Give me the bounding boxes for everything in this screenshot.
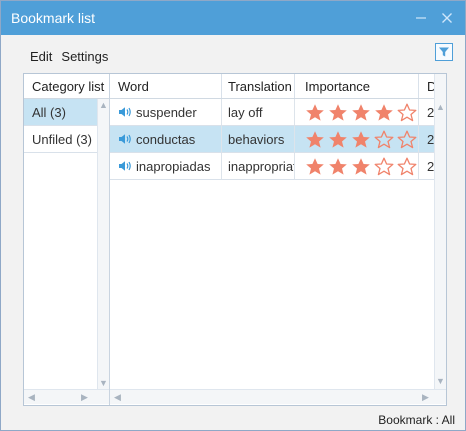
word-text: conductas bbox=[136, 131, 196, 147]
word-cell: suspender bbox=[110, 99, 222, 125]
star-filled-icon[interactable] bbox=[328, 130, 348, 149]
word-cell: inapropiadas bbox=[110, 153, 222, 179]
importance-cell[interactable] bbox=[295, 153, 419, 179]
star-empty-icon[interactable] bbox=[374, 157, 394, 176]
star-filled-icon[interactable] bbox=[328, 103, 348, 122]
star-empty-icon[interactable] bbox=[397, 157, 417, 176]
window-controls bbox=[413, 10, 465, 26]
menu-bar: Edit Settings bbox=[1, 43, 465, 69]
word-cell: conductas bbox=[110, 126, 222, 152]
menu-settings[interactable]: Settings bbox=[59, 47, 110, 66]
translation-cell: inappropriate bbox=[222, 153, 295, 179]
window-title: Bookmark list bbox=[11, 10, 96, 26]
category-vertical-scrollbar[interactable]: ▲ ▼ bbox=[97, 99, 109, 389]
date-cell: 2018 bbox=[427, 158, 434, 174]
star-filled-icon[interactable] bbox=[351, 130, 371, 149]
category-item-label: Unfiled (3) bbox=[32, 131, 92, 147]
content-area: Category list All (3) Unfiled (3) ▲ ▼ ◀ … bbox=[23, 73, 447, 406]
word-text: inapropiadas bbox=[136, 158, 211, 174]
column-header-importance[interactable]: Importance bbox=[295, 74, 419, 98]
scroll-right-icon[interactable]: ▶ bbox=[79, 391, 90, 403]
scroll-up-icon[interactable]: ▲ bbox=[435, 101, 446, 113]
close-button[interactable] bbox=[439, 10, 455, 26]
category-pane: Category list All (3) Unfiled (3) ▲ ▼ ◀ … bbox=[24, 74, 110, 405]
title-bar[interactable]: Bookmark list bbox=[1, 1, 465, 35]
date-cell: 2018 bbox=[427, 104, 434, 120]
star-empty-icon[interactable] bbox=[397, 130, 417, 149]
category-item-label: All (3) bbox=[32, 104, 66, 120]
word-table-body: suspender lay off 2018 bbox=[110, 99, 434, 180]
star-filled-icon[interactable] bbox=[305, 130, 325, 149]
word-table: Word Translation Importance Date bbox=[110, 74, 446, 405]
importance-stars[interactable] bbox=[305, 130, 417, 149]
table-row[interactable]: conductas behaviors 2018 bbox=[110, 126, 434, 153]
category-list-header[interactable]: Category list bbox=[24, 74, 109, 99]
word-text: suspender bbox=[136, 104, 197, 120]
minimize-icon bbox=[416, 17, 426, 19]
close-icon bbox=[442, 13, 452, 23]
importance-stars[interactable] bbox=[305, 157, 417, 176]
importance-cell[interactable] bbox=[295, 99, 419, 125]
category-item-all[interactable]: All (3) bbox=[24, 99, 97, 126]
date-cell: 2018 bbox=[427, 131, 434, 147]
word-vertical-scrollbar[interactable]: ▲ ▼ bbox=[434, 74, 446, 389]
importance-cell[interactable] bbox=[295, 126, 419, 152]
column-header-translation[interactable]: Translation bbox=[222, 74, 295, 98]
table-row[interactable]: suspender lay off 2018 bbox=[110, 99, 434, 126]
star-filled-icon[interactable] bbox=[351, 103, 371, 122]
star-empty-icon[interactable] bbox=[374, 130, 394, 149]
translation-cell: behaviors bbox=[222, 126, 295, 152]
speaker-icon[interactable] bbox=[118, 160, 132, 172]
category-list: All (3) Unfiled (3) bbox=[24, 99, 97, 153]
menu-edit[interactable]: Edit bbox=[28, 47, 54, 66]
category-horizontal-scrollbar[interactable]: ◀ ▶ bbox=[24, 389, 109, 404]
star-filled-icon[interactable] bbox=[305, 157, 325, 176]
scroll-down-icon[interactable]: ▼ bbox=[435, 375, 446, 387]
scroll-left-icon[interactable]: ◀ bbox=[26, 391, 37, 403]
star-empty-icon[interactable] bbox=[397, 103, 417, 122]
scroll-left-icon[interactable]: ◀ bbox=[112, 391, 123, 403]
scroll-up-icon[interactable]: ▲ bbox=[98, 99, 109, 111]
column-header-word[interactable]: Word bbox=[110, 74, 222, 98]
scroll-right-icon[interactable]: ▶ bbox=[420, 391, 431, 403]
star-filled-icon[interactable] bbox=[328, 157, 348, 176]
scroll-down-icon[interactable]: ▼ bbox=[98, 377, 109, 389]
speaker-icon[interactable] bbox=[118, 106, 132, 118]
filter-icon bbox=[439, 47, 449, 57]
minimize-button[interactable] bbox=[413, 10, 429, 26]
word-horizontal-scrollbar[interactable]: ◀ ▶ bbox=[110, 389, 446, 404]
importance-stars[interactable] bbox=[305, 103, 417, 122]
star-filled-icon[interactable] bbox=[351, 157, 371, 176]
filter-button[interactable] bbox=[435, 43, 453, 61]
speaker-icon[interactable] bbox=[118, 133, 132, 145]
table-row[interactable]: inapropiadas inappropriate 2018 bbox=[110, 153, 434, 180]
star-filled-icon[interactable] bbox=[305, 103, 325, 122]
star-filled-icon[interactable] bbox=[374, 103, 394, 122]
column-header-date[interactable]: Date bbox=[419, 74, 434, 98]
translation-cell: lay off bbox=[222, 99, 295, 125]
category-item-unfiled[interactable]: Unfiled (3) bbox=[24, 126, 97, 153]
status-bar: Bookmark : All bbox=[378, 413, 455, 427]
bookmark-window: Bookmark list Edit Settings Category lis… bbox=[0, 0, 466, 431]
word-table-header: Word Translation Importance Date bbox=[110, 74, 434, 99]
